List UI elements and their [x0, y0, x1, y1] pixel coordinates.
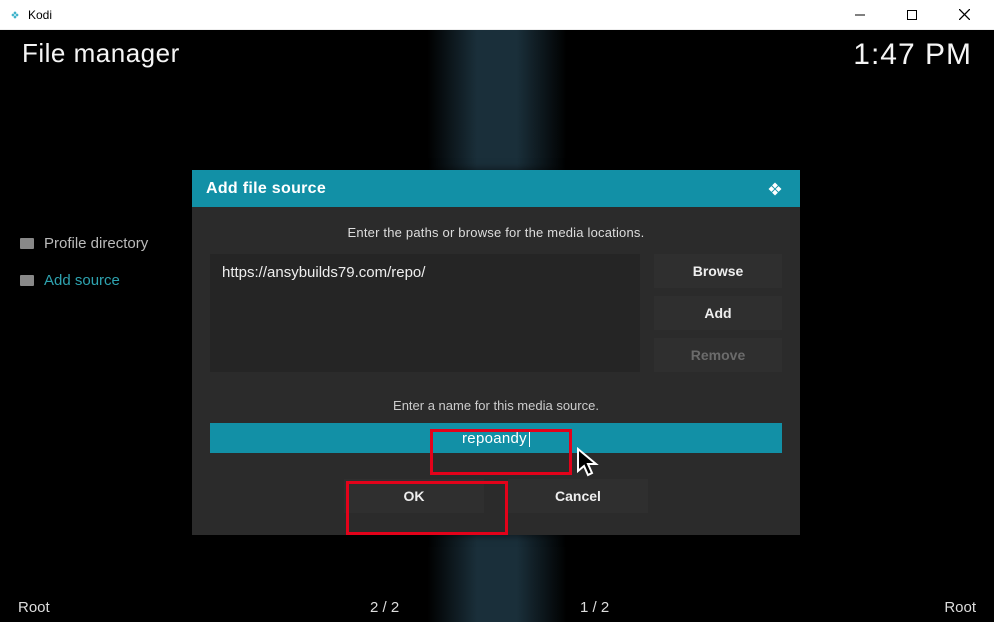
kodi-icon — [8, 8, 22, 22]
folder-icon — [20, 238, 34, 249]
titlebar-title: Kodi — [28, 8, 52, 22]
browse-button[interactable]: Browse — [654, 254, 782, 288]
paths-instruction: Enter the paths or browse for the media … — [210, 225, 782, 240]
footer-left-label: Root — [18, 599, 50, 616]
kodi-logo-icon — [764, 178, 786, 200]
footer-right-label: Root — [944, 599, 976, 616]
folder-icon — [20, 275, 34, 286]
sidebar-item-profile-directory[interactable]: Profile directory — [14, 225, 154, 262]
pager-left: 2 / 2 — [370, 599, 399, 616]
clock: 1:47 PM — [853, 38, 972, 90]
dialog-action-row: OK Cancel — [210, 479, 782, 513]
text-caret — [529, 429, 530, 447]
sidebar-item-label: Profile directory — [44, 235, 148, 252]
minimize-button[interactable] — [838, 0, 882, 30]
window-titlebar: Kodi — [0, 0, 994, 30]
cancel-button[interactable]: Cancel — [508, 479, 648, 513]
pager-right: 1 / 2 — [580, 599, 609, 616]
header: File manager 1:47 PM — [0, 30, 994, 90]
kodi-app: File manager 1:47 PM Profile directory A… — [0, 30, 994, 622]
source-name-value: repoandy — [462, 430, 527, 447]
path-value: https://ansybuilds79.com/repo/ — [222, 264, 628, 281]
ok-button[interactable]: OK — [344, 479, 484, 513]
sidebar-item-label: Add source — [44, 272, 120, 289]
paths-row: https://ansybuilds79.com/repo/ Browse Ad… — [210, 254, 782, 372]
path-buttons: Browse Add Remove — [654, 254, 782, 372]
sidebar-left: Profile directory Add source — [14, 225, 154, 299]
page-title: File manager — [22, 38, 180, 90]
close-button[interactable] — [942, 0, 986, 30]
add-button[interactable]: Add — [654, 296, 782, 330]
remove-button[interactable]: Remove — [654, 338, 782, 372]
footer: Root 2 / 2 1 / 2 Root — [0, 595, 994, 622]
dialog-title: Add file source — [206, 180, 326, 198]
kodi-window: Kodi File manager 1:47 PM Profile direct… — [0, 0, 994, 622]
source-name-input[interactable]: repoandy — [210, 423, 782, 453]
dialog-body: Enter the paths or browse for the media … — [192, 207, 800, 535]
window-controls — [838, 0, 986, 30]
sidebar-item-add-source[interactable]: Add source — [14, 262, 154, 299]
maximize-button[interactable] — [890, 0, 934, 30]
dialog-titlebar: Add file source — [192, 170, 800, 207]
paths-input[interactable]: https://ansybuilds79.com/repo/ — [210, 254, 640, 372]
add-file-source-dialog: Add file source Enter the paths or brows… — [192, 170, 800, 535]
name-instruction: Enter a name for this media source. — [210, 398, 782, 413]
